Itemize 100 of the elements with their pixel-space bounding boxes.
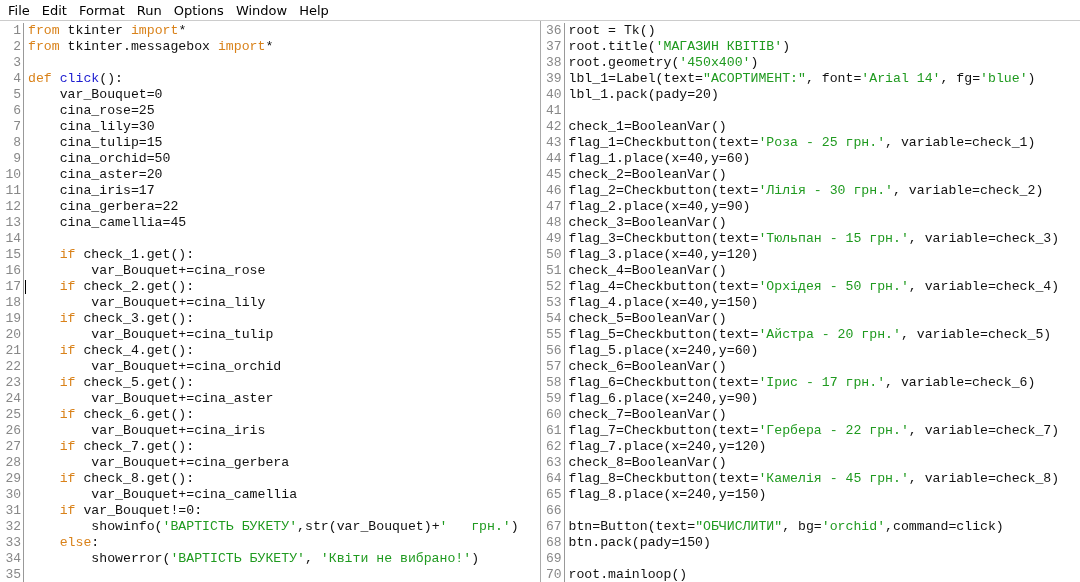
line-number: 65	[540, 487, 565, 503]
code-line: check_2=BooleanVar()	[568, 167, 727, 183]
line-number: 17	[0, 279, 24, 295]
code-line: flag_7.place(x=240,y=120)	[568, 439, 767, 455]
line-number: 2	[0, 39, 24, 55]
code-line: cina_aster=20	[58, 167, 163, 183]
code-line: root = Tk()	[568, 23, 656, 39]
menu-item[interactable]: Options	[168, 0, 229, 20]
line-number: 27	[0, 439, 24, 455]
code-line: if check_3.get():	[58, 311, 195, 327]
code-line: flag_1.place(x=40,y=60)	[568, 151, 751, 167]
code-line: flag_1=Checkbutton(text='Роза - 25 грн.', variable=check_1)	[568, 135, 1036, 151]
code-line: if var_Bouquet!=0:	[58, 503, 203, 519]
line-number: 24	[0, 391, 24, 407]
line-number: 13	[0, 215, 24, 231]
line-number: 23	[0, 375, 24, 391]
code-line: root.mainloop()	[568, 567, 688, 582]
code-line: def click():	[28, 71, 123, 87]
code-line: if check_1.get():	[58, 247, 195, 263]
line-number: 64	[540, 471, 565, 487]
line-number: 56	[540, 343, 565, 359]
line-number: 38	[540, 55, 565, 71]
code-line: check_3=BooleanVar()	[568, 215, 727, 231]
line-number: 22	[0, 359, 24, 375]
code-line: check_1=BooleanVar()	[568, 119, 727, 135]
line-number: 53	[540, 295, 565, 311]
code-line: flag_2=Checkbutton(text='Лілія - 30 грн.', variable=check_2)	[568, 183, 1044, 199]
code-line: var_Bouquet+=cina_tulip	[90, 327, 274, 343]
code-line: flag_6.place(x=240,y=90)	[568, 391, 759, 407]
line-number: 42	[540, 119, 565, 135]
code-line: if check_8.get():	[58, 471, 195, 487]
line-number: 68	[540, 535, 565, 551]
code-line: var_Bouquet+=cina_aster	[90, 391, 274, 407]
line-number: 69	[540, 551, 565, 567]
code-line: flag_2.place(x=40,y=90)	[568, 199, 751, 215]
line-number: 57	[540, 359, 565, 375]
line-number: 32	[0, 519, 24, 535]
line-number: 48	[540, 215, 565, 231]
menu-item[interactable]: Help	[294, 0, 334, 20]
line-number: 19	[0, 311, 24, 327]
code-line: cina_tulip=15	[58, 135, 163, 151]
line-number: 20	[0, 327, 24, 343]
line-number: 43	[540, 135, 565, 151]
line-number: 40	[540, 87, 565, 103]
code-line: root.title('МАГАЗИН КВІТІВ')	[568, 39, 791, 55]
code-line: cina_orchid=50	[58, 151, 171, 167]
code-line: flag_6=Checkbutton(text='Ірис - 17 грн.', variable=check_6)	[568, 375, 1036, 391]
menu-item[interactable]: Window	[230, 0, 293, 20]
menu-item[interactable]: File	[3, 0, 35, 20]
line-number: 29	[0, 471, 24, 487]
line-number: 12	[0, 199, 24, 215]
line-number: 50	[540, 247, 565, 263]
line-number: 49	[540, 231, 565, 247]
line-number: 51	[540, 263, 565, 279]
code-line: var_Bouquet=0	[58, 87, 163, 103]
code-line: check_7=BooleanVar()	[568, 407, 727, 423]
code-line: cina_lily=30	[58, 119, 155, 135]
line-number: 33	[0, 535, 24, 551]
code-line: if check_5.get():	[58, 375, 195, 391]
line-number: 52	[540, 279, 565, 295]
code-line: from tkinter.messagebox import*	[28, 39, 274, 55]
code-line: btn.pack(pady=150)	[568, 535, 711, 551]
line-number: 11	[0, 183, 24, 199]
code-line: var_Bouquet+=cina_gerbera	[90, 455, 290, 471]
line-number: 46	[540, 183, 565, 199]
code-line: if check_4.get():	[58, 343, 195, 359]
code-line: from tkinter import*	[28, 23, 187, 39]
code-line: flag_5.place(x=240,y=60)	[568, 343, 759, 359]
menu-item[interactable]: Run	[131, 0, 167, 20]
code-line: flag_5=Checkbutton(text='Айстра - 20 грн.', variable=check_5)	[568, 327, 1052, 343]
code-line: cina_iris=17	[58, 183, 155, 199]
code-line: flag_3.place(x=40,y=120)	[568, 247, 759, 263]
line-number: 45	[540, 167, 565, 183]
line-number: 30	[0, 487, 24, 503]
line-number: 61	[540, 423, 565, 439]
code-line: if check_2.get():	[58, 279, 195, 295]
code-line: flag_4.place(x=40,y=150)	[568, 295, 759, 311]
menu-item[interactable]: Edit	[36, 0, 72, 20]
line-number: 8	[0, 135, 24, 151]
line-number: 18	[0, 295, 24, 311]
code-line: else:	[58, 535, 100, 551]
line-number: 70	[540, 567, 565, 582]
code-line: check_5=BooleanVar()	[568, 311, 727, 327]
line-number: 59	[540, 391, 565, 407]
menu-item[interactable]: Format	[73, 0, 130, 20]
line-number: 16	[0, 263, 24, 279]
code-line: root.geometry('450x400')	[568, 55, 759, 71]
code-line: cina_camellia=45	[58, 215, 187, 231]
code-line: if check_6.get():	[58, 407, 195, 423]
code-line: check_4=BooleanVar()	[568, 263, 727, 279]
code-line: flag_8=Checkbutton(text='Камелія - 45 грн.', variable=check_8)	[568, 471, 1060, 487]
line-number: 44	[540, 151, 565, 167]
line-number: 21	[0, 343, 24, 359]
line-number: 1	[0, 23, 24, 39]
line-number: 15	[0, 247, 24, 263]
line-number: 28	[0, 455, 24, 471]
line-number: 25	[0, 407, 24, 423]
code-line: cina_rose=25	[58, 103, 155, 119]
line-number: 41	[540, 103, 565, 119]
line-number: 3	[0, 55, 24, 71]
